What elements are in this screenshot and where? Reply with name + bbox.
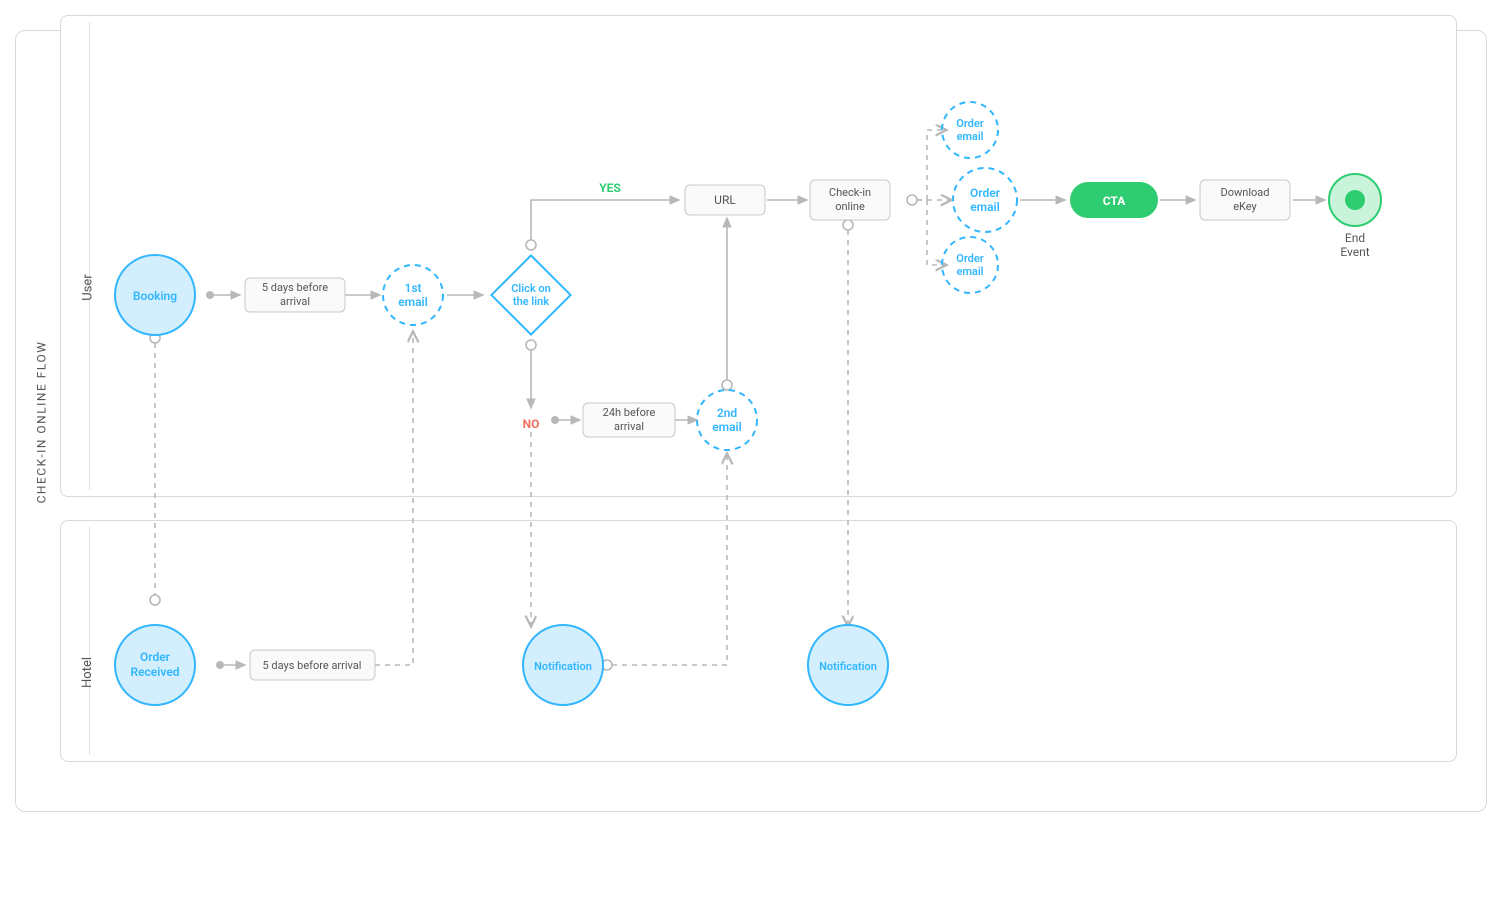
oe2-l1: Order [970,186,1001,200]
node-wait5-l1: 5 days before [262,281,328,294]
node-1st-email-l1: 1st [404,281,421,295]
label-no: NO [523,417,540,431]
label-yes: YES [599,181,621,195]
node-wait5-l2: arrival [280,295,310,308]
notif2-label: Notification [819,660,877,673]
node-click-on-link-decision: Click on the link [491,255,570,334]
oe1-l1: Order [956,117,984,130]
end-l2: Event [1340,245,1369,259]
flowchart-canvas: YES NO Booking 5 days before arrival [15,30,1485,810]
oe1-l2: email [956,130,983,143]
end-l1: End [1345,231,1365,245]
wait24-l2: arrival [614,420,644,433]
checkin-l2: online [835,200,865,213]
node-booking-label: Booking [133,289,177,303]
notif1-label: Notification [534,660,592,673]
dl-l2: eKey [1233,200,1257,213]
email2-l1: 2nd [717,406,738,420]
decision-l2: the link [513,295,549,308]
cta-label: CTA [1103,194,1126,208]
email2-l2: email [712,420,742,434]
wait24-l1: 24h before [603,406,656,419]
node-end-event [1329,174,1381,226]
oe3-l2: email [956,265,983,278]
node-1st-email-l2: email [398,295,428,309]
oe3-l1: Order [956,252,984,265]
decision-l1: Click on [511,282,551,295]
url-label: URL [714,193,736,207]
checkin-l1: Check-in [829,186,871,199]
dl-l1: Download [1221,186,1270,199]
or-l2: Received [130,665,179,679]
wait5b-label: 5 days before arrival [263,659,362,672]
or-l1: Order [140,650,171,664]
oe2-l2: email [970,200,1000,214]
